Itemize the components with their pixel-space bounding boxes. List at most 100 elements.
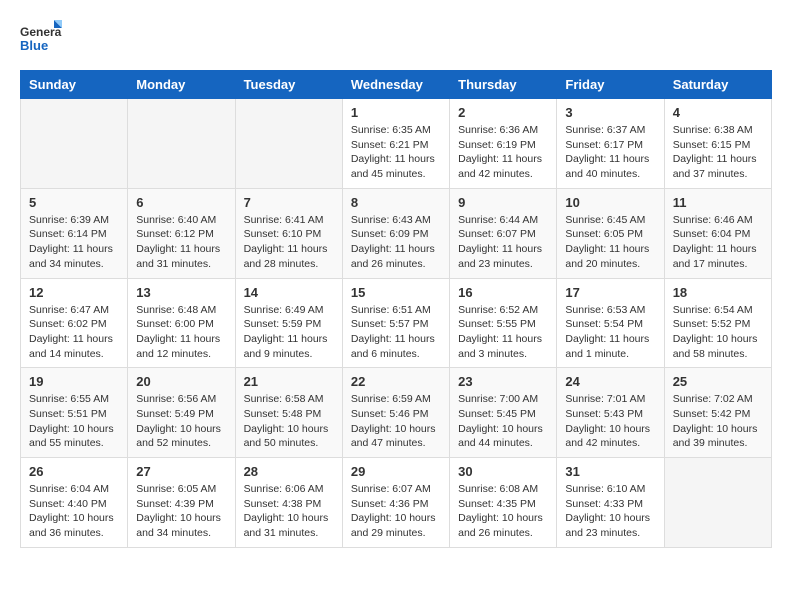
calendar-cell: 21 Sunrise: 6:58 AM Sunset: 5:48 PM Dayli… [235, 368, 342, 458]
day-of-week-header: Sunday [21, 71, 128, 99]
day-number: 19 [29, 374, 119, 389]
day-number: 14 [244, 285, 334, 300]
day-info: Sunrise: 6:10 AM Sunset: 4:33 PM Dayligh… [565, 482, 655, 541]
day-info: Sunrise: 6:55 AM Sunset: 5:51 PM Dayligh… [29, 392, 119, 451]
day-info: Sunrise: 6:43 AM Sunset: 6:09 PM Dayligh… [351, 213, 441, 272]
calendar-week-row: 12 Sunrise: 6:47 AM Sunset: 6:02 PM Dayli… [21, 278, 772, 368]
day-info: Sunrise: 7:01 AM Sunset: 5:43 PM Dayligh… [565, 392, 655, 451]
day-info: Sunrise: 6:54 AM Sunset: 5:52 PM Dayligh… [673, 303, 763, 362]
day-number: 20 [136, 374, 226, 389]
day-info: Sunrise: 6:41 AM Sunset: 6:10 PM Dayligh… [244, 213, 334, 272]
calendar-cell: 31 Sunrise: 6:10 AM Sunset: 4:33 PM Dayli… [557, 458, 664, 548]
calendar-cell: 11Sunrise: 6:46 AM Sunset: 6:04 PM Dayli… [664, 188, 771, 278]
calendar-cell: 4Sunrise: 6:38 AM Sunset: 6:15 PM Daylig… [664, 99, 771, 189]
logo-graphic: General Blue [20, 20, 62, 60]
calendar-week-row: 1Sunrise: 6:35 AM Sunset: 6:21 PM Daylig… [21, 99, 772, 189]
calendar-cell: 9Sunrise: 6:44 AM Sunset: 6:07 PM Daylig… [450, 188, 557, 278]
day-number: 17 [565, 285, 655, 300]
day-number: 13 [136, 285, 226, 300]
day-info: Sunrise: 6:49 AM Sunset: 5:59 PM Dayligh… [244, 303, 334, 362]
calendar-cell: 8 Sunrise: 6:43 AM Sunset: 6:09 PM Daylig… [342, 188, 449, 278]
day-info: Sunrise: 6:53 AM Sunset: 5:54 PM Dayligh… [565, 303, 655, 362]
calendar-week-row: 19 Sunrise: 6:55 AM Sunset: 5:51 PM Dayli… [21, 368, 772, 458]
calendar-header-row: SundayMondayTuesdayWednesdayThursdayFrid… [21, 71, 772, 99]
calendar-cell: 12 Sunrise: 6:47 AM Sunset: 6:02 PM Dayli… [21, 278, 128, 368]
day-info: Sunrise: 6:56 AM Sunset: 5:49 PM Dayligh… [136, 392, 226, 451]
calendar-cell [664, 458, 771, 548]
day-number: 24 [565, 374, 655, 389]
day-number: 21 [244, 374, 334, 389]
calendar-week-row: 26 Sunrise: 6:04 AM Sunset: 4:40 PM Dayli… [21, 458, 772, 548]
svg-text:Blue: Blue [20, 38, 48, 53]
day-of-week-header: Thursday [450, 71, 557, 99]
calendar-cell: 14 Sunrise: 6:49 AM Sunset: 5:59 PM Dayli… [235, 278, 342, 368]
calendar-cell: 7Sunrise: 6:41 AM Sunset: 6:10 PM Daylig… [235, 188, 342, 278]
calendar-cell: 3 Sunrise: 6:37 AM Sunset: 6:17 PM Daylig… [557, 99, 664, 189]
day-number: 26 [29, 464, 119, 479]
day-info: Sunrise: 6:37 AM Sunset: 6:17 PM Dayligh… [565, 123, 655, 182]
day-number: 31 [565, 464, 655, 479]
calendar-cell: 13 Sunrise: 6:48 AM Sunset: 6:00 PM Dayli… [128, 278, 235, 368]
day-number: 30 [458, 464, 548, 479]
calendar-cell: 2Sunrise: 6:36 AM Sunset: 6:19 PM Daylig… [450, 99, 557, 189]
day-info: Sunrise: 6:36 AM Sunset: 6:19 PM Dayligh… [458, 123, 548, 182]
calendar-cell: 30 Sunrise: 6:08 AM Sunset: 4:35 PM Dayli… [450, 458, 557, 548]
calendar-cell: 29 Sunrise: 6:07 AM Sunset: 4:36 PM Dayli… [342, 458, 449, 548]
day-info: Sunrise: 6:45 AM Sunset: 6:05 PM Dayligh… [565, 213, 655, 272]
day-number: 8 [351, 195, 441, 210]
calendar-cell [128, 99, 235, 189]
day-info: Sunrise: 6:52 AM Sunset: 5:55 PM Dayligh… [458, 303, 548, 362]
day-number: 11 [673, 195, 763, 210]
calendar-cell: 20 Sunrise: 6:56 AM Sunset: 5:49 PM Dayli… [128, 368, 235, 458]
day-number: 5 [29, 195, 119, 210]
day-info: Sunrise: 6:47 AM Sunset: 6:02 PM Dayligh… [29, 303, 119, 362]
day-number: 22 [351, 374, 441, 389]
day-number: 12 [29, 285, 119, 300]
calendar-cell: 18 Sunrise: 6:54 AM Sunset: 5:52 PM Dayli… [664, 278, 771, 368]
calendar-cell: 25 Sunrise: 7:02 AM Sunset: 5:42 PM Dayli… [664, 368, 771, 458]
day-number: 16 [458, 285, 548, 300]
day-number: 23 [458, 374, 548, 389]
calendar-cell: 5Sunrise: 6:39 AM Sunset: 6:14 PM Daylig… [21, 188, 128, 278]
day-info: Sunrise: 6:04 AM Sunset: 4:40 PM Dayligh… [29, 482, 119, 541]
day-info: Sunrise: 7:00 AM Sunset: 5:45 PM Dayligh… [458, 392, 548, 451]
day-info: Sunrise: 6:59 AM Sunset: 5:46 PM Dayligh… [351, 392, 441, 451]
header: General Blue [20, 20, 772, 60]
calendar-cell: 27 Sunrise: 6:05 AM Sunset: 4:39 PM Dayli… [128, 458, 235, 548]
day-info: Sunrise: 6:48 AM Sunset: 6:00 PM Dayligh… [136, 303, 226, 362]
day-info: Sunrise: 7:02 AM Sunset: 5:42 PM Dayligh… [673, 392, 763, 451]
calendar-cell: 22 Sunrise: 6:59 AM Sunset: 5:46 PM Dayli… [342, 368, 449, 458]
day-of-week-header: Monday [128, 71, 235, 99]
day-of-week-header: Friday [557, 71, 664, 99]
calendar-cell: 15 Sunrise: 6:51 AM Sunset: 5:57 PM Dayli… [342, 278, 449, 368]
day-info: Sunrise: 6:07 AM Sunset: 4:36 PM Dayligh… [351, 482, 441, 541]
day-number: 28 [244, 464, 334, 479]
day-info: Sunrise: 6:40 AM Sunset: 6:12 PM Dayligh… [136, 213, 226, 272]
day-number: 25 [673, 374, 763, 389]
day-info: Sunrise: 6:58 AM Sunset: 5:48 PM Dayligh… [244, 392, 334, 451]
day-number: 3 [565, 105, 655, 120]
calendar: SundayMondayTuesdayWednesdayThursdayFrid… [20, 70, 772, 548]
calendar-cell: 16 Sunrise: 6:52 AM Sunset: 5:55 PM Dayli… [450, 278, 557, 368]
day-info: Sunrise: 6:44 AM Sunset: 6:07 PM Dayligh… [458, 213, 548, 272]
day-of-week-header: Wednesday [342, 71, 449, 99]
day-info: Sunrise: 6:51 AM Sunset: 5:57 PM Dayligh… [351, 303, 441, 362]
day-number: 1 [351, 105, 441, 120]
day-info: Sunrise: 6:08 AM Sunset: 4:35 PM Dayligh… [458, 482, 548, 541]
calendar-cell: 23 Sunrise: 7:00 AM Sunset: 5:45 PM Dayli… [450, 368, 557, 458]
day-number: 29 [351, 464, 441, 479]
logo: General Blue [20, 20, 62, 60]
day-number: 6 [136, 195, 226, 210]
calendar-cell: 17 Sunrise: 6:53 AM Sunset: 5:54 PM Dayli… [557, 278, 664, 368]
calendar-cell: 1Sunrise: 6:35 AM Sunset: 6:21 PM Daylig… [342, 99, 449, 189]
day-of-week-header: Tuesday [235, 71, 342, 99]
day-number: 18 [673, 285, 763, 300]
calendar-cell: 19 Sunrise: 6:55 AM Sunset: 5:51 PM Dayli… [21, 368, 128, 458]
day-number: 27 [136, 464, 226, 479]
calendar-cell: 28Sunrise: 6:06 AM Sunset: 4:38 PM Dayli… [235, 458, 342, 548]
day-number: 15 [351, 285, 441, 300]
day-number: 4 [673, 105, 763, 120]
logo-container: General Blue [20, 20, 62, 60]
day-of-week-header: Saturday [664, 71, 771, 99]
day-info: Sunrise: 6:05 AM Sunset: 4:39 PM Dayligh… [136, 482, 226, 541]
